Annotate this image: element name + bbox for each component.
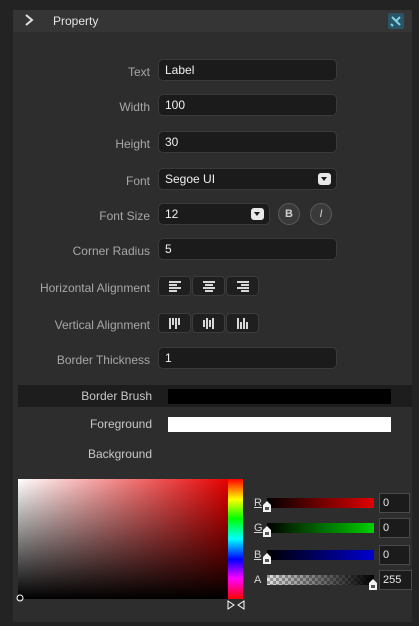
panel-header[interactable]: Property [13,10,412,32]
italic-button[interactable]: I [310,203,332,225]
blue-channel-slider[interactable] [267,550,374,560]
property-panel: Property Text Label Width 100 Height 30 … [13,10,412,622]
font-select[interactable]: Segoe UI [158,168,337,190]
background-row[interactable]: Background [18,443,412,465]
chevron-down-icon[interactable] [251,208,264,220]
green-value-input[interactable]: 0 [379,518,410,538]
border-brush-label: Border Brush [81,389,152,403]
height-label: Height [115,137,150,151]
alpha-channel-label: A [254,574,262,586]
hue-slider[interactable] [228,479,243,599]
red-slider-thumb[interactable] [263,501,271,512]
green-channel-label: G [254,522,263,534]
align-middle-button[interactable] [192,313,225,333]
border-thickness-label: Border Thickness [56,353,150,367]
foreground-label: Foreground [89,417,152,431]
chevron-down-icon[interactable] [318,173,331,185]
panel-title: Property [53,14,99,28]
align-top-button[interactable] [158,313,191,333]
background-label: Background [87,447,152,461]
align-bottom-icon [237,318,248,329]
font-select-value: Segoe UI [165,172,216,186]
red-channel-label: R [254,497,262,509]
text-input[interactable]: Label [158,59,337,81]
align-right-button[interactable] [226,276,259,296]
font-label: Font [125,174,150,188]
saturation-value-area[interactable] [18,479,228,599]
font-size-value: 12 [165,207,179,221]
border-brush-swatch[interactable] [168,389,391,404]
align-top-icon [169,318,180,329]
alpha-value-input[interactable]: 255 [379,570,412,590]
align-center-button[interactable] [192,276,225,296]
corner-radius-input[interactable]: 5 [158,238,337,260]
alpha-slider-thumb[interactable] [369,579,377,590]
green-channel-slider[interactable] [267,523,374,533]
font-size-select[interactable]: 12 [158,203,270,225]
align-right-icon [237,281,249,292]
blue-value-input[interactable]: 0 [379,545,410,565]
border-brush-row[interactable]: Border Brush [18,385,412,407]
width-label: Width [119,100,150,114]
font-size-label: Font Size [99,209,150,223]
sv-cursor[interactable] [16,594,24,602]
border-thickness-input[interactable]: 1 [158,347,337,369]
red-value-input[interactable]: 0 [379,493,410,513]
bold-button[interactable]: B [278,203,300,225]
hue-slider-handle[interactable] [227,600,245,610]
horizontal-alignment-label: Horizontal Alignment [39,281,150,295]
width-input[interactable]: 100 [158,94,337,116]
corner-radius-label: Corner Radius [72,244,150,258]
align-middle-icon [203,318,214,329]
align-bottom-button[interactable] [226,313,259,333]
foreground-swatch[interactable] [168,417,391,432]
chevron-right-icon[interactable] [22,13,36,27]
blue-slider-thumb[interactable] [263,553,271,564]
vertical-alignment-label: Vertical Alignment [54,318,150,332]
text-label: Text [127,65,150,79]
align-left-button[interactable] [158,276,191,296]
align-left-icon [169,281,181,292]
height-input[interactable]: 30 [158,131,337,153]
red-channel-slider[interactable] [267,498,374,508]
blue-channel-label: B [254,549,262,561]
pin-icon[interactable] [388,13,404,29]
horizontal-alignment-group [158,276,260,298]
alpha-channel-slider[interactable] [267,575,374,585]
align-center-icon [203,281,215,292]
vertical-alignment-group [158,313,260,335]
color-picker: R 0 G 0 B 0 A 255 [13,476,412,622]
foreground-row[interactable]: Foreground [18,413,412,435]
green-slider-thumb[interactable] [263,526,271,537]
